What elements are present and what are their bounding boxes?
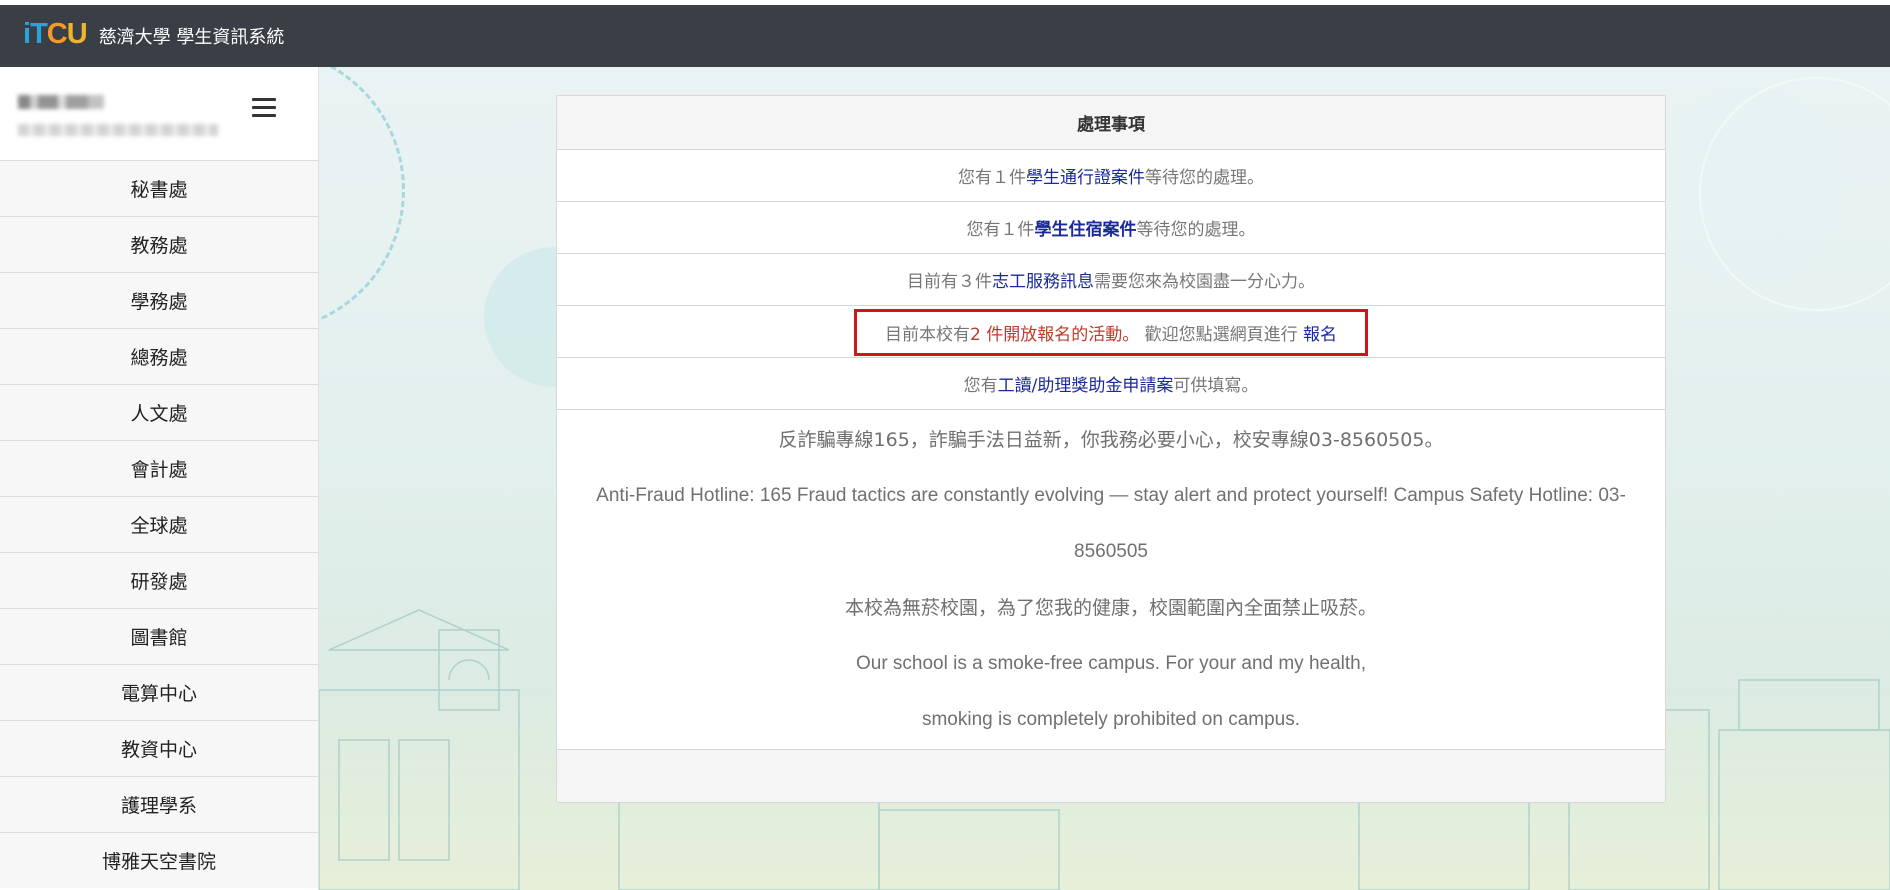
pending-row-dormitory: 您有１件 學生住宿案件 等待您的處理。 bbox=[557, 202, 1665, 254]
user-id-blurred bbox=[18, 124, 218, 136]
smoke-free-notice-en-2: smoking is completely prohibited on camp… bbox=[921, 709, 1301, 730]
sidebar-item-nursing[interactable]: 護理學系 bbox=[0, 776, 318, 832]
sidebar-item-secretariat[interactable]: 秘書處 bbox=[0, 160, 318, 216]
pending-row-work-study: 您有 工讀/助理獎助金申請案 可供填寫。 bbox=[557, 358, 1665, 410]
sidebar-item-liberal-arts-college[interactable]: 博雅天空書院 bbox=[0, 832, 318, 888]
sidebar-item-research[interactable]: 研發處 bbox=[0, 552, 318, 608]
smoke-free-notice-en-1: Our school is a smoke-free campus. For y… bbox=[855, 653, 1367, 674]
link-register[interactable]: 報名 bbox=[1303, 325, 1337, 345]
app-title: 慈濟大學 學生資訊系統 bbox=[98, 27, 285, 48]
sidebar-item-computer-center[interactable]: 電算中心 bbox=[0, 664, 318, 720]
link-volunteer-info[interactable]: 志工服務訊息 bbox=[992, 267, 1094, 292]
main-content: 處理事項 您有１件 學生通行證案件 等待您的處理。 您有１件 學生住宿案件 等待您… bbox=[319, 67, 1890, 890]
open-activities-count: 2 件開放報名的活動。 bbox=[969, 325, 1140, 345]
announcements: 反詐騙專線165，詐騙手法日益新，你我務必要小心，校安專線03-8560505。… bbox=[557, 410, 1665, 748]
sidebar-item-general-affairs[interactable]: 總務處 bbox=[0, 328, 318, 384]
pending-row-volunteer: 目前有３件 志工服務訊息 需要您來為校園盡一分心力。 bbox=[557, 254, 1665, 306]
anti-fraud-notice-zh: 反詐騙專線165，詐騙手法日益新，你我務必要小心，校安專線03-8560505。 bbox=[778, 429, 1444, 451]
pending-row-student-pass: 您有１件 學生通行證案件 等待您的處理。 bbox=[557, 150, 1665, 202]
link-dormitory-case[interactable]: 學生住宿案件 bbox=[1035, 215, 1137, 240]
background-decoration bbox=[319, 67, 405, 333]
panel-title: 處理事項 bbox=[557, 96, 1665, 150]
sidebar-item-library[interactable]: 圖書館 bbox=[0, 608, 318, 664]
link-work-study-application[interactable]: 工讀/助理獎助金申請案 bbox=[998, 371, 1174, 396]
top-bar: iTCU 慈濟大學 學生資訊系統 bbox=[0, 5, 1890, 67]
sidebar-item-academic-affairs[interactable]: 教務處 bbox=[0, 216, 318, 272]
highlight-box: 目前本校有2 件開放報名的活動。 歡迎您點選網頁進行 報名 bbox=[853, 309, 1369, 356]
itcu-logo[interactable]: iTCU bbox=[23, 18, 88, 51]
smoke-free-notice-zh: 本校為無菸校園，為了您我的健康，校園範圍內全面禁止吸菸。 bbox=[844, 597, 1377, 619]
sidebar-item-global-affairs[interactable]: 全球處 bbox=[0, 496, 318, 552]
user-name-blurred bbox=[18, 95, 104, 109]
hamburger-menu-icon[interactable] bbox=[252, 98, 276, 118]
pending-row-activities: 目前本校有2 件開放報名的活動。 歡迎您點選網頁進行 報名 bbox=[557, 306, 1665, 358]
anti-fraud-notice-en: Anti-Fraud Hotline: 165 Fraud tactics ar… bbox=[596, 485, 1626, 506]
sidebar-item-humanities[interactable]: 人文處 bbox=[0, 384, 318, 440]
panel-footer bbox=[557, 749, 1665, 802]
user-info bbox=[0, 67, 318, 160]
sidebar: 秘書處 教務處 學務處 總務處 人文處 會計處 全球處 研發處 圖書館 電算中心… bbox=[0, 67, 319, 890]
sidebar-item-teaching-resources[interactable]: 教資中心 bbox=[0, 720, 318, 776]
sidebar-item-student-affairs[interactable]: 學務處 bbox=[0, 272, 318, 328]
link-student-pass-case[interactable]: 學生通行證案件 bbox=[1026, 163, 1145, 188]
anti-fraud-notice-en-cont: 8560505 bbox=[1074, 541, 1148, 562]
pending-items-panel: 處理事項 您有１件 學生通行證案件 等待您的處理。 您有１件 學生住宿案件 等待您… bbox=[556, 95, 1666, 803]
sidebar-item-accounting[interactable]: 會計處 bbox=[0, 440, 318, 496]
